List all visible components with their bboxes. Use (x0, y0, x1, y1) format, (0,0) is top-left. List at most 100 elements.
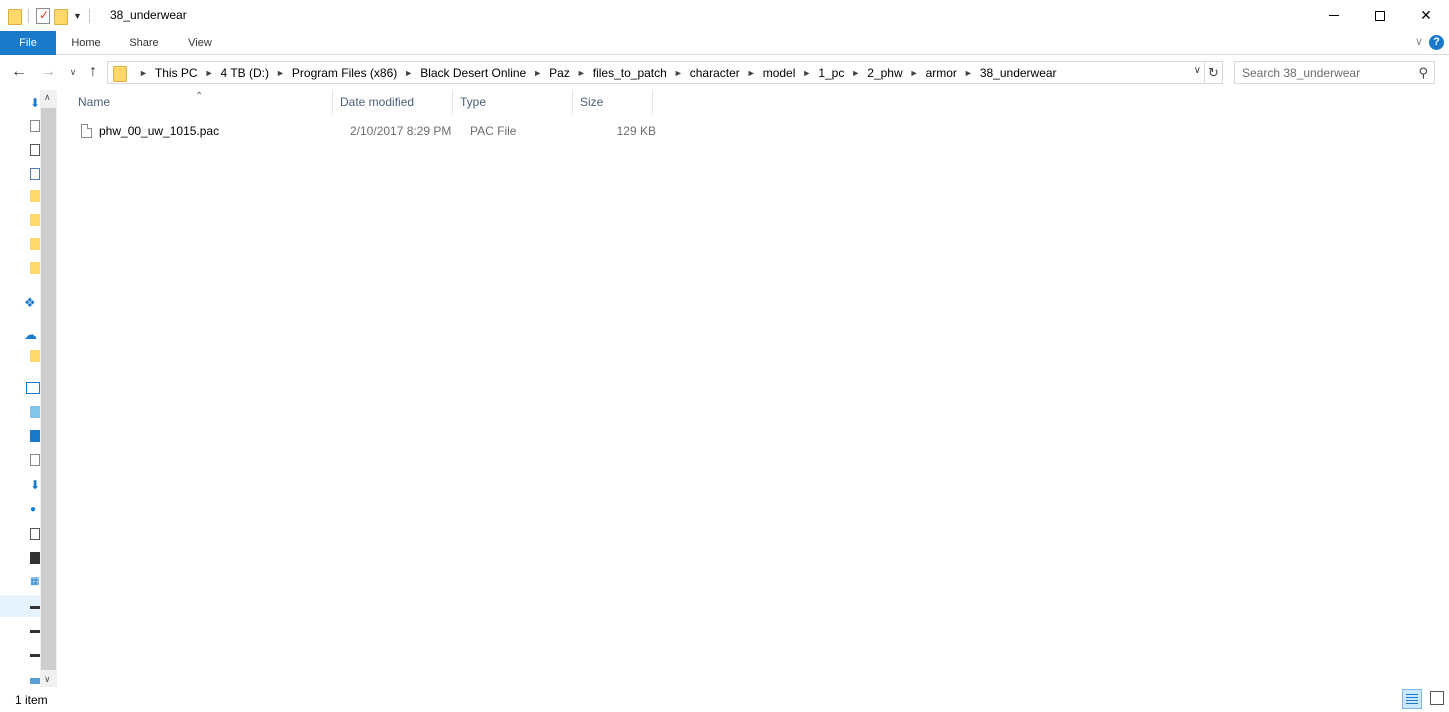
chevron-right-icon[interactable]: ► (205, 68, 214, 78)
refresh-icon[interactable]: ↻ (1205, 61, 1223, 84)
navigation-pane-scrollbar[interactable]: ∧ ∨ (40, 90, 57, 687)
recent-locations-chevron-icon[interactable]: ∨ (63, 62, 83, 82)
drive-icon[interactable] (30, 606, 40, 609)
breadcrumb-item[interactable]: 4 TB (D:) (221, 66, 269, 80)
minimize-button[interactable] (1311, 0, 1357, 31)
help-icon[interactable]: ? (1429, 35, 1444, 50)
column-header-type[interactable]: Type (453, 90, 573, 115)
up-arrow-icon[interactable]: ↑ (83, 62, 103, 82)
column-header-date-modified[interactable]: Date modified (333, 90, 453, 115)
breadcrumb-item[interactable]: character (690, 66, 740, 80)
onedrive-cloud-icon[interactable]: ☁ (24, 327, 37, 342)
chevron-right-icon[interactable]: ► (533, 68, 542, 78)
pictures-icon[interactable] (30, 528, 40, 540)
chevron-right-icon[interactable]: ► (674, 68, 683, 78)
breadcrumb-item[interactable]: files_to_patch (593, 66, 667, 80)
folder-icon[interactable] (30, 238, 40, 250)
file-name[interactable]: phw_00_uw_1015.pac (92, 124, 343, 138)
drive-icon[interactable] (30, 654, 40, 657)
window-controls: ✕ (1311, 0, 1449, 31)
chevron-right-icon[interactable]: ► (577, 68, 586, 78)
windows-drive-icon[interactable]: ▦ (30, 576, 40, 588)
divider (28, 9, 29, 23)
synced-folder-icon[interactable] (30, 262, 40, 274)
scroll-up-chevron-icon[interactable]: ∧ (44, 92, 51, 103)
breadcrumb-item[interactable]: Program Files (x86) (292, 66, 397, 80)
folder-icon[interactable] (30, 214, 40, 226)
column-header-label: Name (78, 95, 111, 109)
breadcrumb-item[interactable]: model (763, 66, 796, 80)
breadcrumb-item[interactable]: armor (926, 66, 957, 80)
column-header-size[interactable]: Size (573, 90, 653, 115)
window-title: 38_underwear (110, 8, 187, 22)
scroll-down-chevron-icon[interactable]: ∨ (44, 674, 51, 685)
address-dropdown-chevron-icon[interactable]: ∨ (1194, 65, 1201, 76)
tab-file[interactable]: File (0, 31, 56, 55)
desktop-icon[interactable] (30, 430, 40, 442)
chevron-right-icon[interactable]: ► (910, 68, 919, 78)
ribbon: File Home Share View ∨ ? (0, 31, 1449, 55)
pictures-icon[interactable] (30, 144, 40, 156)
new-folder-icon[interactable] (54, 8, 68, 25)
folder-icon[interactable] (30, 190, 40, 202)
forward-arrow-icon[interactable]: → (38, 62, 58, 82)
sort-ascending-chevron-icon: ⌃ (195, 91, 204, 102)
this-pc-monitor-icon[interactable] (26, 382, 40, 394)
column-header-name[interactable]: Name ⌃ (71, 90, 333, 115)
breadcrumb-item[interactable]: Paz (549, 66, 570, 80)
large-icons-view-icon[interactable] (1430, 691, 1444, 705)
maximize-button[interactable] (1357, 0, 1403, 31)
file-size: 129 KB (616, 124, 656, 138)
search-input[interactable] (1235, 62, 1405, 83)
navigation-pane: ⬇ ❖ ☁ ⬇ ● ▦ ∧ ∨ (0, 90, 57, 687)
expand-ribbon-chevron-icon[interactable]: ∨ (1415, 35, 1423, 48)
file-date-modified: 2/10/2017 8:29 PM (350, 124, 452, 138)
breadcrumb-item[interactable]: 1_pc (818, 66, 844, 80)
file-row[interactable]: phw_00_uw_1015.pac 2/10/2017 8:29 PM PAC… (71, 120, 663, 142)
customize-toolbar-dropdown-icon[interactable]: ▼ (73, 11, 82, 21)
image-file-icon[interactable] (30, 168, 40, 180)
document-icon[interactable] (30, 120, 40, 132)
details-view-icon[interactable] (1402, 689, 1422, 709)
address-bar[interactable]: ► This PC ► 4 TB (D:) ► Program Files (x… (107, 61, 1205, 84)
network-icon[interactable] (30, 678, 40, 684)
navigation-bar: ← → ∨ ↑ ► This PC ► 4 TB (D:) ► Program … (0, 56, 1449, 90)
chevron-right-icon[interactable]: ► (747, 68, 756, 78)
music-note-icon[interactable]: ● (30, 504, 40, 516)
tab-share[interactable]: Share (116, 31, 172, 55)
folder-icon[interactable] (8, 8, 22, 25)
minimize-icon (1329, 15, 1339, 16)
chevron-right-icon[interactable]: ► (404, 68, 413, 78)
videos-film-icon[interactable] (30, 552, 40, 564)
item-count: 1 item (15, 693, 48, 707)
back-arrow-icon[interactable]: ← (9, 62, 29, 82)
chevron-right-icon[interactable]: ► (851, 68, 860, 78)
breadcrumb-item[interactable]: Black Desert Online (420, 66, 526, 80)
breadcrumb-item-current[interactable]: 38_underwear (980, 66, 1057, 80)
status-bar: 1 item (0, 687, 1449, 712)
downloads-arrow-icon[interactable]: ⬇ (30, 478, 40, 492)
folder-icon (113, 65, 127, 82)
search-box: ⚲ (1234, 61, 1435, 84)
chevron-right-icon[interactable]: ► (802, 68, 811, 78)
file-type: PAC File (470, 124, 517, 138)
documents-icon[interactable] (30, 454, 40, 466)
generic-file-icon (81, 124, 92, 138)
scrollbar-thumb[interactable] (41, 108, 56, 670)
chevron-right-icon[interactable]: ► (964, 68, 973, 78)
dropbox-icon[interactable]: ❖ (24, 295, 36, 310)
properties-icon[interactable] (36, 8, 50, 24)
quick-access-star-icon[interactable]: ⬇ (30, 96, 40, 110)
chevron-right-icon[interactable]: ► (276, 68, 285, 78)
chevron-right-icon[interactable]: ► (139, 68, 148, 78)
tab-home[interactable]: Home (58, 31, 114, 55)
tab-view[interactable]: View (172, 31, 228, 55)
3d-objects-icon[interactable] (30, 406, 40, 418)
drive-icon[interactable] (30, 630, 40, 633)
breadcrumb-item[interactable]: 2_phw (867, 66, 902, 80)
column-headers: Name ⌃ Date modified Type Size (71, 90, 653, 115)
breadcrumb-item[interactable]: This PC (155, 66, 198, 80)
close-button[interactable]: ✕ (1403, 0, 1449, 31)
search-icon[interactable]: ⚲ (1418, 65, 1428, 81)
folder-icon[interactable] (30, 350, 40, 362)
